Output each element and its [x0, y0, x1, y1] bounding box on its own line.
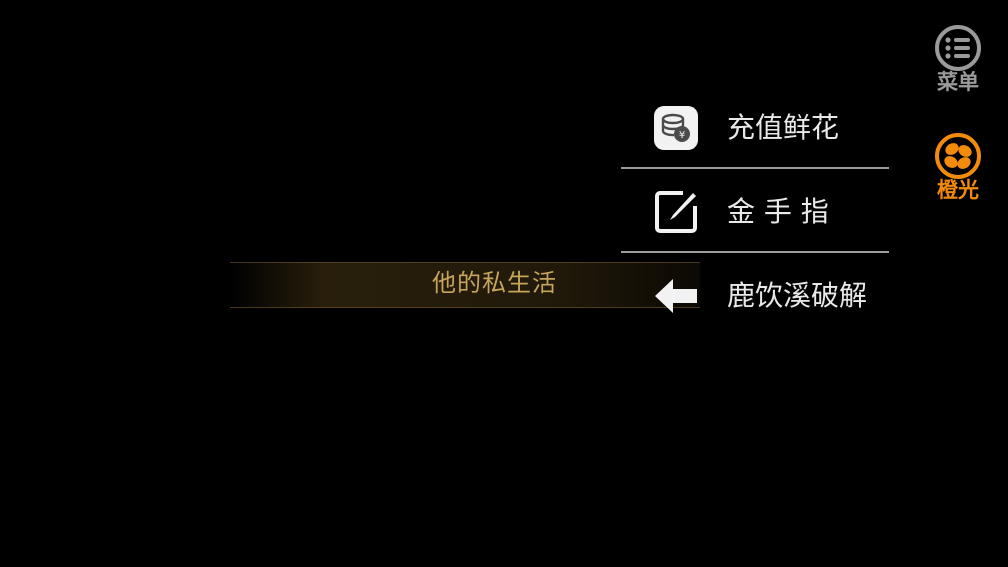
game-screen: 他的私生活 ¥ 充值鲜花 金 手 指 鹿饮溪破解 菜单 橙光 [0, 0, 1008, 567]
menu-item-label: 鹿饮溪破解 [727, 279, 868, 312]
chapter-title: 他的私生活 [432, 269, 557, 297]
dropdown-menu: ¥ 充值鲜花 金 手 指 鹿饮溪破解 [621, 86, 889, 340]
menu-item-label: 充值鲜花 [727, 111, 840, 144]
coin-stack-icon: ¥ [653, 105, 699, 151]
menu-item-crack[interactable]: 鹿饮溪破解 [621, 254, 889, 338]
menu-item-label: 金 手 指 [727, 195, 829, 228]
arrow-left-icon [653, 273, 699, 319]
menu-item-golden-finger[interactable]: 金 手 指 [621, 170, 889, 254]
menu-list-icon [928, 24, 984, 72]
orange-light-logo-icon [928, 132, 984, 180]
side-brand-label: 橙光 [937, 178, 979, 202]
menu-divider [621, 167, 889, 169]
side-menu-button[interactable]: 菜单 [926, 24, 990, 104]
side-menu-label: 菜单 [937, 70, 979, 94]
menu-item-recharge-flowers[interactable]: ¥ 充值鲜花 [621, 86, 889, 170]
edit-note-icon [653, 189, 699, 235]
menu-divider [621, 251, 889, 253]
svg-text:¥: ¥ [679, 130, 685, 141]
side-brand-button[interactable]: 橙光 [926, 132, 990, 212]
